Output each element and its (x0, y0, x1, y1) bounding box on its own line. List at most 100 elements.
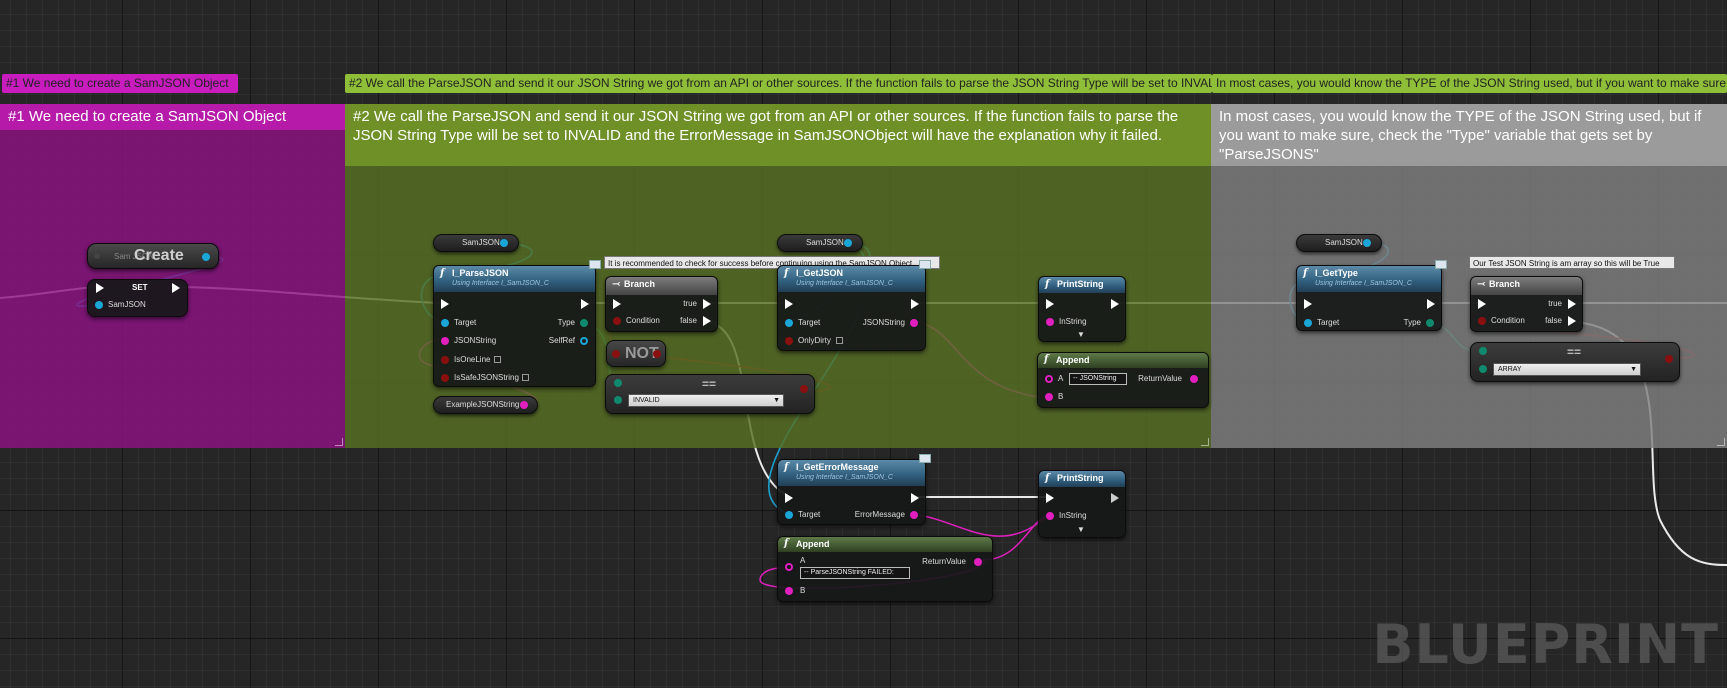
comment-bubble[interactable]: In most cases, you would know the TYPE o… (1212, 74, 1727, 93)
input-pin[interactable] (1479, 347, 1487, 355)
branch-node[interactable]: ⤙ Branch true Condition false (1470, 276, 1583, 332)
output-pin[interactable] (1665, 355, 1673, 363)
exec-out-pin[interactable] (1427, 299, 1435, 309)
equal-enum-node[interactable]: == ARRAY ▼ (1470, 342, 1680, 382)
output-pin[interactable] (1363, 239, 1371, 247)
comment-box[interactable]: #1 We need to create a SamJSON Object (0, 104, 345, 448)
expand-arrow-icon[interactable]: ▼ (1077, 330, 1085, 340)
exec-out-pin[interactable] (1111, 493, 1119, 503)
not-node[interactable]: NOT (606, 340, 666, 367)
true-exec-pin[interactable] (1568, 299, 1576, 309)
output-pin[interactable] (974, 558, 982, 566)
exec-out-pin[interactable] (911, 299, 919, 309)
get-samjson-node[interactable]: SamJSON (1296, 234, 1382, 252)
blueprint-graph[interactable]: #1 We need to create a SamJSON Object #2… (0, 0, 1727, 688)
exec-out-pin[interactable] (172, 283, 180, 293)
enum-dropdown[interactable]: INVALID ▼ (628, 394, 784, 407)
output-pin[interactable] (844, 239, 852, 247)
comment-bubble[interactable]: #1 We need to create a SamJSON Object (2, 74, 238, 93)
exec-in-pin[interactable] (441, 299, 449, 309)
selfref-pin[interactable] (580, 337, 588, 345)
exec-in-pin[interactable] (1304, 299, 1312, 309)
type-pin[interactable] (1426, 319, 1434, 327)
bool-pin[interactable] (441, 374, 449, 382)
comment-box[interactable]: In most cases, you would know the TYPE o… (1211, 104, 1727, 448)
print-string-node[interactable]: f PrintString InString ▼ (1038, 276, 1126, 342)
exec-in-pin[interactable] (1046, 493, 1054, 503)
branch-icon: ⤙ (612, 279, 621, 290)
exec-out-pin[interactable] (1111, 299, 1119, 309)
resize-handle[interactable] (1201, 438, 1209, 446)
input-pin[interactable] (612, 350, 620, 358)
input-pin[interactable] (1479, 365, 1487, 373)
false-exec-pin[interactable] (1568, 316, 1576, 326)
enum-dropdown[interactable]: ARRAY ▼ (1493, 363, 1641, 376)
get-json-node[interactable]: f I_GetJSON Using Interface I_SamJSON_C … (777, 260, 931, 351)
set-node[interactable]: SET SamJSON (87, 279, 188, 317)
instring-pin[interactable] (1046, 318, 1054, 326)
target-pin[interactable] (1304, 319, 1312, 327)
input-pin[interactable] (94, 253, 100, 259)
pin-label: Type (557, 318, 575, 327)
input-pin[interactable] (95, 301, 103, 309)
type-pin[interactable] (580, 319, 588, 327)
equal-enum-node[interactable]: == INVALID ▼ (605, 374, 815, 414)
exec-in-pin[interactable] (785, 493, 793, 503)
true-exec-pin[interactable] (703, 299, 711, 309)
a-text-input[interactable]: -- JSONString (1069, 373, 1127, 385)
output-pin[interactable] (202, 253, 210, 261)
get-samjson-node[interactable]: SamJSON (433, 234, 519, 252)
comment-bubble[interactable]: #2 We call the ParseJSON and send it our… (345, 74, 1212, 93)
target-pin[interactable] (441, 319, 449, 327)
checkbox[interactable] (522, 374, 529, 381)
a-pin[interactable] (1045, 375, 1053, 383)
pin-label: Target (454, 318, 477, 327)
append-node[interactable]: f Append A -- JSONString ReturnValue B (1037, 352, 1209, 408)
output-pin[interactable] (520, 401, 528, 409)
bool-pin[interactable] (441, 356, 449, 364)
exec-in-pin[interactable] (96, 283, 104, 293)
exec-out-pin[interactable] (581, 299, 589, 309)
expand-arrow-icon[interactable]: ▼ (1077, 525, 1085, 535)
jsonstring-pin[interactable] (441, 337, 449, 345)
target-pin[interactable] (785, 511, 793, 519)
condition-pin[interactable] (1478, 317, 1486, 325)
resize-handle[interactable] (1717, 438, 1725, 446)
output-pin[interactable] (800, 385, 808, 393)
output-pin[interactable] (1190, 375, 1198, 383)
parse-json-node[interactable]: f I_ParseJSON Using Interface I_SamJSON_… (433, 260, 601, 387)
a-pin[interactable] (785, 563, 793, 571)
output-pin[interactable] (910, 511, 918, 519)
checkbox[interactable] (836, 337, 843, 344)
get-examplejsonstring-node[interactable]: ExampleJSONString (433, 396, 538, 414)
condition-pin[interactable] (613, 317, 621, 325)
output-pin[interactable] (910, 319, 918, 327)
node-comment-bubble[interactable]: Our Test JSON String is am array so this… (1469, 256, 1675, 269)
print-string-node[interactable]: f PrintString InString ▼ (1038, 470, 1126, 538)
append-node[interactable]: f Append A -- ParseJSONString FAILED: Re… (777, 536, 993, 602)
resize-handle[interactable] (335, 438, 343, 446)
instring-pin[interactable] (1046, 512, 1054, 520)
function-icon: f (1045, 473, 1050, 484)
output-pin[interactable] (653, 350, 661, 358)
create-node[interactable]: Sam JSON Create (87, 243, 219, 269)
bool-pin[interactable] (785, 337, 793, 345)
input-pin[interactable] (614, 379, 622, 387)
a-text-input[interactable]: -- ParseJSONString FAILED: (800, 567, 910, 579)
b-pin[interactable] (1045, 393, 1053, 401)
exec-in-pin[interactable] (785, 299, 793, 309)
get-type-node[interactable]: f I_GetType Using Interface I_SamJSON_C … (1296, 260, 1447, 331)
target-pin[interactable] (785, 319, 793, 327)
branch-node[interactable]: ⤙ Branch true Condition false (605, 276, 718, 332)
exec-in-pin[interactable] (1046, 299, 1054, 309)
exec-out-pin[interactable] (911, 493, 919, 503)
get-error-message-node[interactable]: f I_GetErrorMessage Using Interface I_Sa… (777, 454, 931, 525)
exec-in-pin[interactable] (613, 299, 621, 309)
get-samjson-node[interactable]: SamJSON (777, 234, 863, 252)
exec-in-pin[interactable] (1478, 299, 1486, 309)
output-pin[interactable] (500, 239, 508, 247)
checkbox[interactable] (494, 356, 501, 363)
b-pin[interactable] (785, 587, 793, 595)
false-exec-pin[interactable] (703, 316, 711, 326)
input-pin[interactable] (614, 396, 622, 404)
